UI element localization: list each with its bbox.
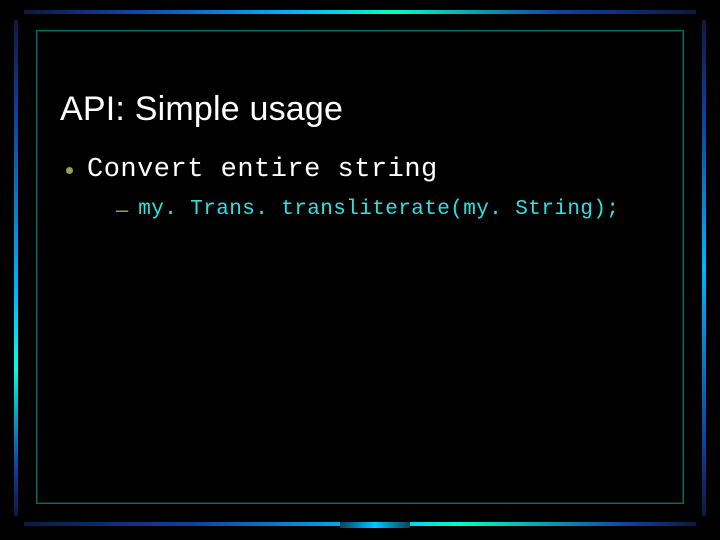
frame-left-bar bbox=[14, 20, 18, 516]
slide-title: API: Simple usage bbox=[60, 90, 660, 129]
outer-frame bbox=[14, 10, 706, 526]
slide-content: API: Simple usage Convert entire string … bbox=[60, 90, 660, 223]
sub-bullet-text: my. Trans. transliterate(my. String); bbox=[138, 197, 619, 223]
bullet-item: Convert entire string bbox=[66, 155, 660, 185]
bottom-accent-tick bbox=[340, 522, 410, 528]
dash-icon: – bbox=[116, 197, 128, 223]
frame-right-bar bbox=[702, 20, 706, 516]
sub-bullet-item: – my. Trans. transliterate(my. String); bbox=[116, 197, 660, 223]
bullet-text: Convert entire string bbox=[87, 155, 438, 185]
bullet-icon bbox=[66, 167, 73, 174]
slide: API: Simple usage Convert entire string … bbox=[0, 0, 720, 540]
frame-top-bar bbox=[24, 10, 696, 14]
